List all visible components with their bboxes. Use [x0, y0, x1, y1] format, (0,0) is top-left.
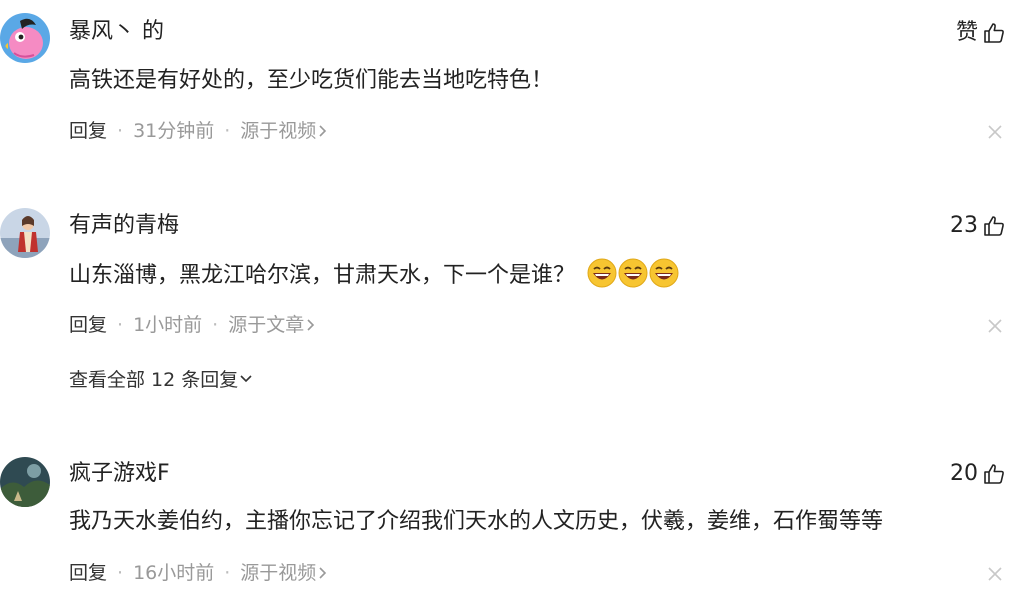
- separator-dot: ·: [117, 314, 124, 336]
- timestamp: 1小时前: [133, 314, 203, 336]
- chevron-right-icon: [316, 123, 330, 139]
- comment-meta: 回复 · 16小时前 · 源于视频: [69, 560, 330, 586]
- avatar[interactable]: [0, 457, 50, 507]
- chevron-right-icon: [316, 565, 330, 581]
- username[interactable]: 疯子游戏F: [69, 459, 170, 489]
- separator-dot: ·: [224, 562, 231, 584]
- source-link[interactable]: 源于视频: [240, 118, 330, 144]
- separator-dot: ·: [117, 120, 124, 142]
- chevron-down-icon: [238, 367, 254, 393]
- comment-meta: 回复 · 1小时前 · 源于文章: [69, 312, 318, 338]
- comment-text: 山东淄博，黑龙江哈尔滨，甘肃天水，下一个是谁？: [69, 258, 679, 292]
- like-button[interactable]: 20: [950, 459, 1006, 489]
- thumbs-up-icon: [982, 21, 1006, 45]
- grinning-emoji-icon: [587, 258, 617, 288]
- close-icon[interactable]: [986, 565, 1004, 583]
- reply-button[interactable]: 回复: [69, 118, 107, 144]
- close-icon[interactable]: [986, 123, 1004, 141]
- thumbs-up-icon: [982, 462, 1006, 486]
- avatar[interactable]: [0, 13, 50, 63]
- username[interactable]: 有声的青梅: [69, 211, 179, 241]
- view-all-replies-button[interactable]: 查看全部 12 条回复: [69, 367, 254, 393]
- reply-button[interactable]: 回复: [69, 312, 107, 338]
- comment-meta: 回复 · 31分钟前 · 源于视频: [69, 118, 330, 144]
- reply-button[interactable]: 回复: [69, 560, 107, 586]
- source-link[interactable]: 源于视频: [240, 560, 330, 586]
- pink-bird-avatar-icon: [0, 13, 50, 63]
- like-button[interactable]: 赞: [956, 18, 1006, 48]
- source-label: 源于文章: [228, 314, 305, 336]
- chevron-right-icon: [304, 317, 318, 333]
- timestamp: 16小时前: [133, 562, 215, 584]
- costume-person-avatar-icon: [0, 208, 50, 258]
- like-count: 23: [950, 213, 978, 238]
- close-icon[interactable]: [986, 317, 1004, 335]
- source-label: 源于视频: [240, 562, 317, 584]
- grinning-emoji-icon: [649, 258, 679, 288]
- separator-dot: ·: [117, 562, 124, 584]
- like-button[interactable]: 23: [950, 211, 1006, 241]
- thumbs-up-icon: [982, 214, 1006, 238]
- game-scene-avatar-icon: [0, 457, 50, 507]
- comment-text: 高铁还是有好处的，至少吃货们能去当地吃特色！: [69, 68, 554, 93]
- like-count: 20: [950, 461, 978, 486]
- grinning-emoji-icon: [618, 258, 648, 288]
- comment-text-body: 山东淄博，黑龙江哈尔滨，甘肃天水，下一个是谁？: [69, 263, 576, 288]
- comment-text: 我乃天水姜伯约，主播你忘记了介绍我们天水的人文历史，伏羲，姜维，石作蜀等等: [69, 509, 884, 534]
- source-link[interactable]: 源于文章: [228, 312, 318, 338]
- timestamp: 31分钟前: [133, 120, 215, 142]
- avatar[interactable]: [0, 208, 50, 258]
- username[interactable]: 暴风丶 的: [69, 17, 164, 47]
- emoji-group: [587, 258, 679, 288]
- separator-dot: ·: [212, 314, 219, 336]
- view-all-replies-label: 查看全部 12 条回复: [69, 369, 239, 391]
- like-count: 赞: [955, 20, 978, 45]
- separator-dot: ·: [224, 120, 231, 142]
- source-label: 源于视频: [240, 120, 317, 142]
